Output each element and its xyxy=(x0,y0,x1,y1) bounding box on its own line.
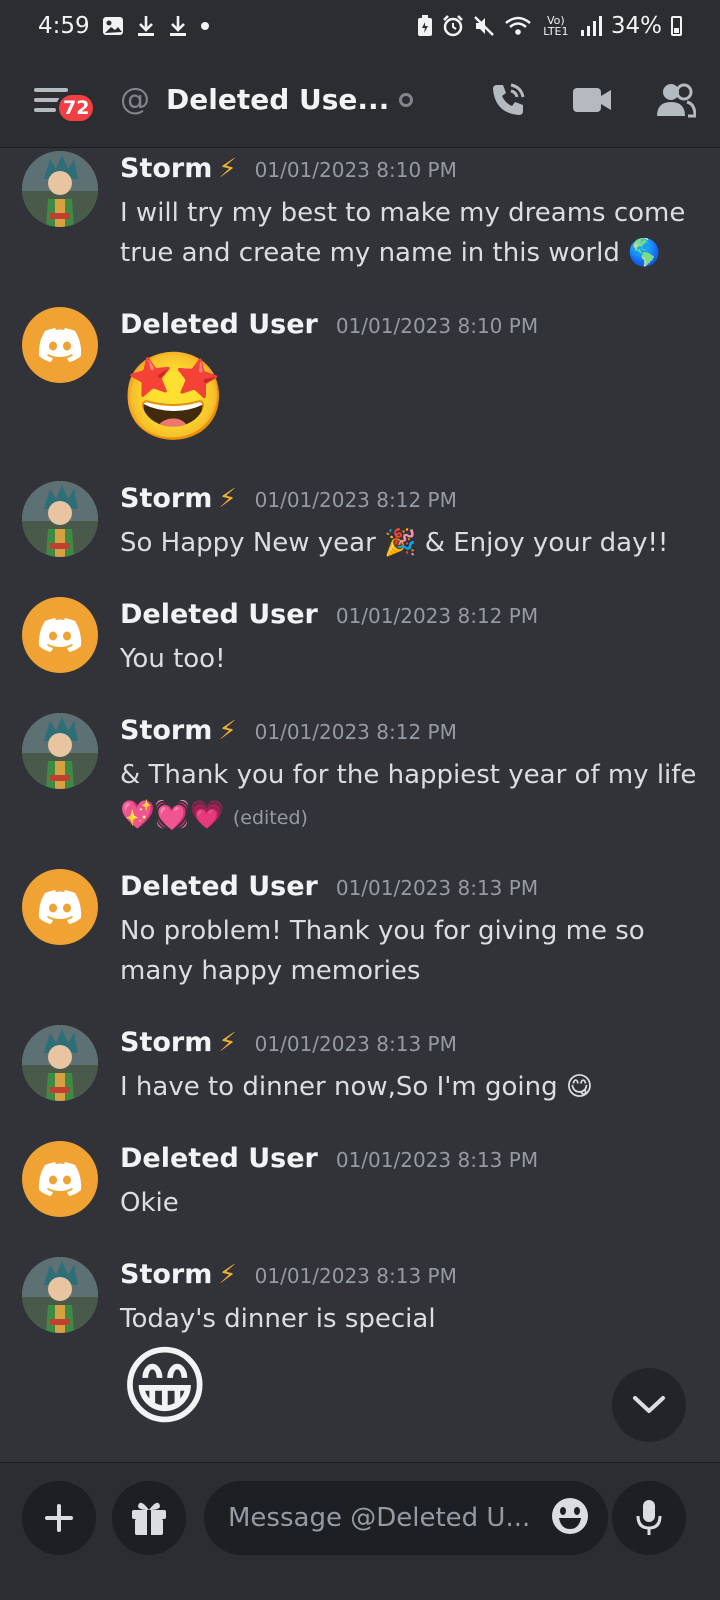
timestamp: 01/01/2023 8:10 PM xyxy=(254,158,457,182)
wifi-icon xyxy=(504,15,532,37)
battery-percent: 34% xyxy=(610,13,662,39)
message-list[interactable]: Storm ⚡ 01/01/2023 8:10 PM I will try my… xyxy=(0,149,720,1461)
avatar[interactable] xyxy=(22,597,98,673)
timestamp: 01/01/2023 8:12 PM xyxy=(335,604,539,628)
author-name[interactable]: Storm xyxy=(120,153,212,184)
timestamp: 01/01/2023 8:13 PM xyxy=(254,1032,457,1056)
download-icon xyxy=(136,15,156,37)
dm-title[interactable]: Deleted Use... xyxy=(166,83,389,116)
author-name[interactable]: Storm xyxy=(120,483,212,514)
avatar[interactable] xyxy=(22,307,98,383)
message-text-line: 💖💓💗 (edited) xyxy=(120,795,700,838)
author-name[interactable]: Storm xyxy=(120,715,212,746)
message-text: You too! xyxy=(120,644,226,674)
jump-to-latest-button[interactable] xyxy=(612,1368,686,1442)
lightning-icon: ⚡ xyxy=(218,484,237,514)
members-icon[interactable] xyxy=(656,80,696,120)
signal-icon xyxy=(580,15,602,37)
edited-label: (edited) xyxy=(232,807,308,829)
author-name[interactable]: Deleted User xyxy=(120,599,318,630)
message-input[interactable]: Message @Deleted U... xyxy=(204,1481,608,1555)
star-struck-emoji[interactable]: 🤩 xyxy=(120,347,700,447)
alarm-icon xyxy=(442,15,464,37)
battery-icon xyxy=(671,16,682,36)
battery-saver-icon xyxy=(417,15,433,37)
message-composer: Message @Deleted U... xyxy=(0,1462,720,1600)
at-icon: @ xyxy=(120,82,150,117)
message-text: true and create my name in this world 🌎 xyxy=(120,238,661,268)
lightning-icon: ⚡ xyxy=(218,154,237,184)
message-text: No problem! Thank you for giving me so xyxy=(120,916,645,946)
timestamp: 01/01/2023 8:10 PM xyxy=(335,314,539,338)
timestamp: 01/01/2023 8:13 PM xyxy=(254,1264,457,1288)
timestamp: 01/01/2023 8:13 PM xyxy=(335,1148,539,1172)
author-name[interactable]: Deleted User xyxy=(120,871,318,902)
download-icon xyxy=(168,15,188,37)
notification-badge: 72 xyxy=(56,91,97,124)
mute-icon xyxy=(473,15,495,37)
avatar[interactable] xyxy=(22,869,98,945)
lightning-icon: ⚡ xyxy=(218,1028,237,1058)
plus-icon xyxy=(45,1504,73,1532)
message-text: So Happy New year 🎉 & Enjoy your day!! xyxy=(120,528,669,558)
author-name[interactable]: Storm xyxy=(120,1027,212,1058)
timestamp: 01/01/2023 8:12 PM xyxy=(254,720,457,744)
voice-message-button[interactable] xyxy=(612,1481,686,1555)
emoji-picker-icon[interactable] xyxy=(550,1496,590,1540)
message-text: Okie xyxy=(120,1188,179,1218)
message-text: I have to dinner now,So I'm going 😋 xyxy=(120,1072,593,1102)
lightning-icon: ⚡ xyxy=(218,1260,237,1290)
avatar[interactable] xyxy=(22,1141,98,1217)
channel-header: 72 @ Deleted Use... xyxy=(0,52,720,148)
author-name[interactable]: Deleted User xyxy=(120,1143,318,1174)
dot-icon xyxy=(200,21,210,31)
microphone-icon xyxy=(636,1500,662,1535)
video-icon[interactable] xyxy=(572,80,612,120)
avatar[interactable] xyxy=(22,1025,98,1101)
avatar[interactable] xyxy=(22,481,98,557)
hamburger-icon xyxy=(34,87,68,92)
message-text: many happy memories xyxy=(120,956,421,986)
image-icon xyxy=(102,15,124,37)
gift-button[interactable] xyxy=(112,1481,186,1555)
network-label: Vo) LTE1 xyxy=(543,14,569,38)
author-name[interactable]: Storm xyxy=(120,1259,212,1290)
status-time: 4:59 xyxy=(38,13,90,39)
message-text: Today's dinner is special xyxy=(120,1304,436,1334)
timestamp: 01/01/2023 8:12 PM xyxy=(254,488,457,512)
timestamp: 01/01/2023 8:13 PM xyxy=(335,876,539,900)
message-input-placeholder: Message @Deleted U... xyxy=(228,1503,531,1533)
hearts-emoji: 💖💓💗 xyxy=(120,798,225,831)
status-bar: 4:59 Vo) LTE1 34% xyxy=(0,0,720,52)
avatar[interactable] xyxy=(22,151,98,227)
message-text: & Thank you for the happiest year of my … xyxy=(120,760,697,790)
author-name[interactable]: Deleted User xyxy=(120,309,318,340)
lightning-icon: ⚡ xyxy=(218,716,237,746)
offline-status-icon xyxy=(399,92,414,107)
add-attachment-button[interactable] xyxy=(22,1481,96,1555)
call-icon[interactable] xyxy=(488,80,528,120)
avatar[interactable] xyxy=(22,1257,98,1333)
avatar[interactable] xyxy=(22,713,98,789)
chevron-down-icon xyxy=(633,1396,665,1413)
hamburger-icon-bar xyxy=(34,107,56,112)
menu-button[interactable]: 72 xyxy=(34,78,97,124)
gift-icon xyxy=(132,1502,166,1535)
grin-emoji[interactable]: 😁 xyxy=(120,1337,700,1437)
message-text: I will try my best to make my dreams com… xyxy=(120,198,686,228)
